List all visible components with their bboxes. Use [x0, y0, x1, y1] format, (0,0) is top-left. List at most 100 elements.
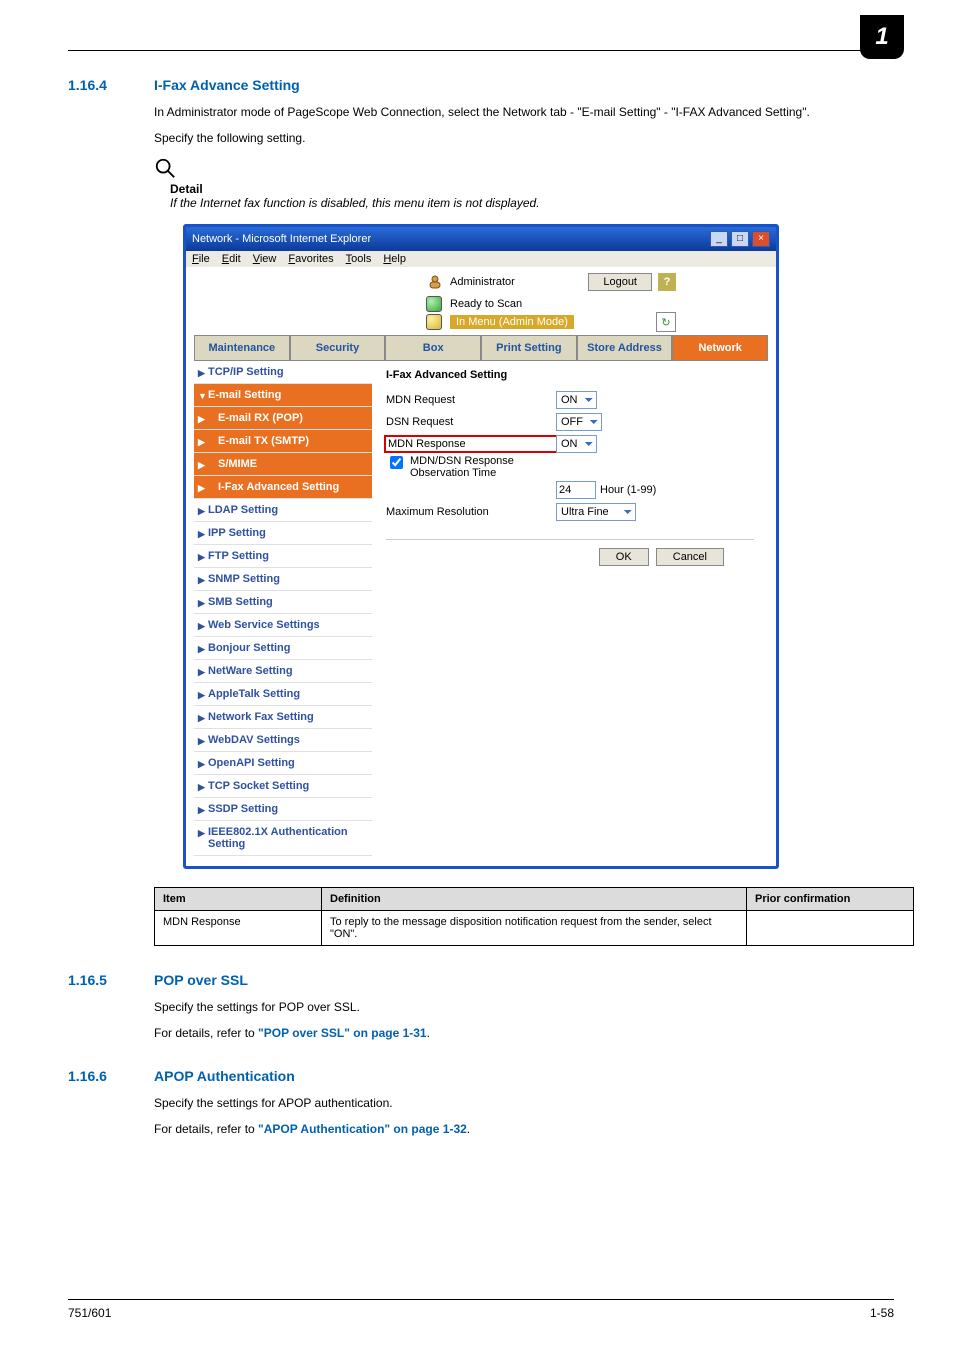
menu-favorites[interactable]: Favorites: [288, 253, 333, 265]
menu-tools[interactable]: Tools: [346, 253, 372, 265]
sidebar-item-ifax[interactable]: ▶I-Fax Advanced Setting: [194, 476, 372, 499]
sidebar-item-netware[interactable]: ▶NetWare Setting: [194, 660, 372, 683]
sidebar-item-ftp[interactable]: ▶FTP Setting: [194, 545, 372, 568]
section-heading-1: 1.16.4 I-Fax Advance Setting: [68, 77, 894, 93]
s2-line1: Specify the settings for POP over SSL.: [154, 998, 894, 1016]
sidebar-item-smb[interactable]: ▶SMB Setting: [194, 591, 372, 614]
apop-auth-link[interactable]: "APOP Authentication" on page 1-32: [258, 1122, 467, 1136]
sidebar-item-smime[interactable]: ▶S/MIME: [194, 453, 372, 476]
sidebar-item-ssdp[interactable]: ▶SSDP Setting: [194, 798, 372, 821]
status-mode-text: In Menu (Admin Mode): [450, 315, 574, 329]
sidebar-label: Bonjour Setting: [208, 642, 291, 654]
sidebar-label: S/MIME: [218, 458, 257, 470]
intro-text: In Administrator mode of PageScope Web C…: [154, 103, 894, 121]
th-definition: Definition: [322, 888, 747, 911]
menubar: File Edit View Favorites Tools Help: [186, 251, 776, 267]
pop-over-ssl-link[interactable]: "POP over SSL" on page 1-31: [258, 1026, 427, 1040]
sidebar-label: OpenAPI Setting: [208, 757, 295, 769]
section-number: 1.16.6: [68, 1068, 124, 1084]
th-prior: Prior confirmation: [747, 888, 914, 911]
content-panel: I-Fax Advanced Setting MDN Request ON DS…: [372, 361, 768, 856]
mdn-response-select[interactable]: ON: [556, 435, 597, 453]
tab-maintenance[interactable]: Maintenance: [194, 335, 290, 360]
sidebar-item-email-tx[interactable]: ▶E-mail TX (SMTP): [194, 430, 372, 453]
section-title: POP over SSL: [154, 972, 248, 988]
s2-post: .: [427, 1026, 430, 1040]
s2-line2: For details, refer to "POP over SSL" on …: [154, 1024, 894, 1042]
administrator-label: Administrator: [450, 276, 515, 288]
max-res-select[interactable]: Ultra Fine: [556, 503, 636, 521]
status-mode-icon: [426, 314, 442, 330]
section-number: 1.16.4: [68, 77, 124, 93]
mdn-request-label: MDN Request: [386, 394, 556, 406]
window-title: Network - Microsoft Internet Explorer: [192, 233, 371, 245]
sidebar-item-ipp[interactable]: ▶IPP Setting: [194, 522, 372, 545]
td-definition: To reply to the message disposition noti…: [322, 911, 747, 946]
obs-time-checkbox[interactable]: [390, 456, 403, 469]
minimize-icon[interactable]: _: [710, 231, 728, 247]
dsn-request-select[interactable]: OFF: [556, 413, 602, 431]
help-icon[interactable]: ?: [658, 273, 676, 291]
sidebar-item-appletalk[interactable]: ▶AppleTalk Setting: [194, 683, 372, 706]
tab-print[interactable]: Print Setting: [481, 335, 577, 360]
sidebar-item-email[interactable]: ▼E-mail Setting: [194, 384, 372, 407]
screenshot: Network - Microsoft Internet Explorer _ …: [183, 224, 779, 869]
sidebar-item-ieee[interactable]: ▶IEEE802.1X Authentication Setting: [194, 821, 372, 856]
logout-button[interactable]: Logout: [588, 273, 652, 291]
footer-left: 751/601: [68, 1306, 111, 1320]
sidebar-item-webservice[interactable]: ▶Web Service Settings: [194, 614, 372, 637]
obs-time-label: MDN/DSN Response Observation Time: [410, 455, 556, 479]
detail-text: If the Internet fax function is disabled…: [170, 196, 894, 210]
tab-store[interactable]: Store Address: [577, 335, 673, 360]
header-rule: 1: [68, 50, 894, 51]
cancel-button[interactable]: Cancel: [656, 548, 724, 566]
sidebar-label: E-mail TX (SMTP): [218, 435, 309, 447]
sidebar-item-webdav[interactable]: ▶WebDAV Settings: [194, 729, 372, 752]
sidebar-item-netfax[interactable]: ▶Network Fax Setting: [194, 706, 372, 729]
menu-help[interactable]: Help: [383, 253, 406, 265]
section-number: 1.16.5: [68, 972, 124, 988]
sidebar-item-ldap[interactable]: ▶LDAP Setting: [194, 499, 372, 522]
sidebar-item-email-rx[interactable]: ▶E-mail RX (POP): [194, 407, 372, 430]
mdn-request-select[interactable]: ON: [556, 391, 597, 409]
close-icon[interactable]: ×: [752, 231, 770, 247]
admin-icon: [426, 274, 444, 290]
sidebar-item-tcpsocket[interactable]: ▶TCP Socket Setting: [194, 775, 372, 798]
tab-network[interactable]: Network: [672, 335, 768, 360]
sidebar-label: SNMP Setting: [208, 573, 280, 585]
sidebar-label: FTP Setting: [208, 550, 269, 562]
sidebar-label: E-mail Setting: [208, 389, 281, 401]
sidebar-label: SSDP Setting: [208, 803, 278, 815]
mdn-response-label: MDN Response: [386, 437, 556, 451]
definition-table: Item Definition Prior confirmation MDN R…: [154, 887, 914, 946]
sidebar-label: AppleTalk Setting: [208, 688, 300, 700]
menu-file[interactable]: File: [192, 253, 210, 265]
ok-button[interactable]: OK: [599, 548, 649, 566]
sidebar-label: WebDAV Settings: [208, 734, 300, 746]
sidebar-item-snmp[interactable]: ▶SNMP Setting: [194, 568, 372, 591]
obs-time-input[interactable]: [556, 481, 596, 499]
specify-text: Specify the following setting.: [154, 129, 894, 147]
menu-view[interactable]: View: [253, 253, 277, 265]
tab-box[interactable]: Box: [385, 335, 481, 360]
maximize-icon[interactable]: □: [731, 231, 749, 247]
sidebar-label: TCP Socket Setting: [208, 780, 309, 792]
status-ready-icon: [426, 296, 442, 312]
sidebar-item-openapi[interactable]: ▶OpenAPI Setting: [194, 752, 372, 775]
td-prior: [747, 911, 914, 946]
menu-edit[interactable]: Edit: [222, 253, 241, 265]
s3-line1: Specify the settings for APOP authentica…: [154, 1094, 894, 1112]
footer: 751/601 1-58: [68, 1299, 894, 1320]
reload-icon[interactable]: ↻: [656, 312, 676, 332]
tab-security[interactable]: Security: [290, 335, 386, 360]
s2-pre: For details, refer to: [154, 1026, 258, 1040]
sidebar-label: LDAP Setting: [208, 504, 278, 516]
hour-range-label: Hour (1-99): [600, 484, 656, 496]
magnifier-icon: [154, 157, 176, 179]
td-item: MDN Response: [155, 911, 322, 946]
tab-bar: Maintenance Security Box Print Setting S…: [194, 335, 768, 360]
sidebar-label: Web Service Settings: [208, 619, 320, 631]
sidebar-item-tcpip[interactable]: ▶TCP/IP Setting: [194, 361, 372, 384]
sidebar-item-bonjour[interactable]: ▶Bonjour Setting: [194, 637, 372, 660]
sidebar-label: IEEE802.1X Authentication Setting: [208, 826, 348, 850]
